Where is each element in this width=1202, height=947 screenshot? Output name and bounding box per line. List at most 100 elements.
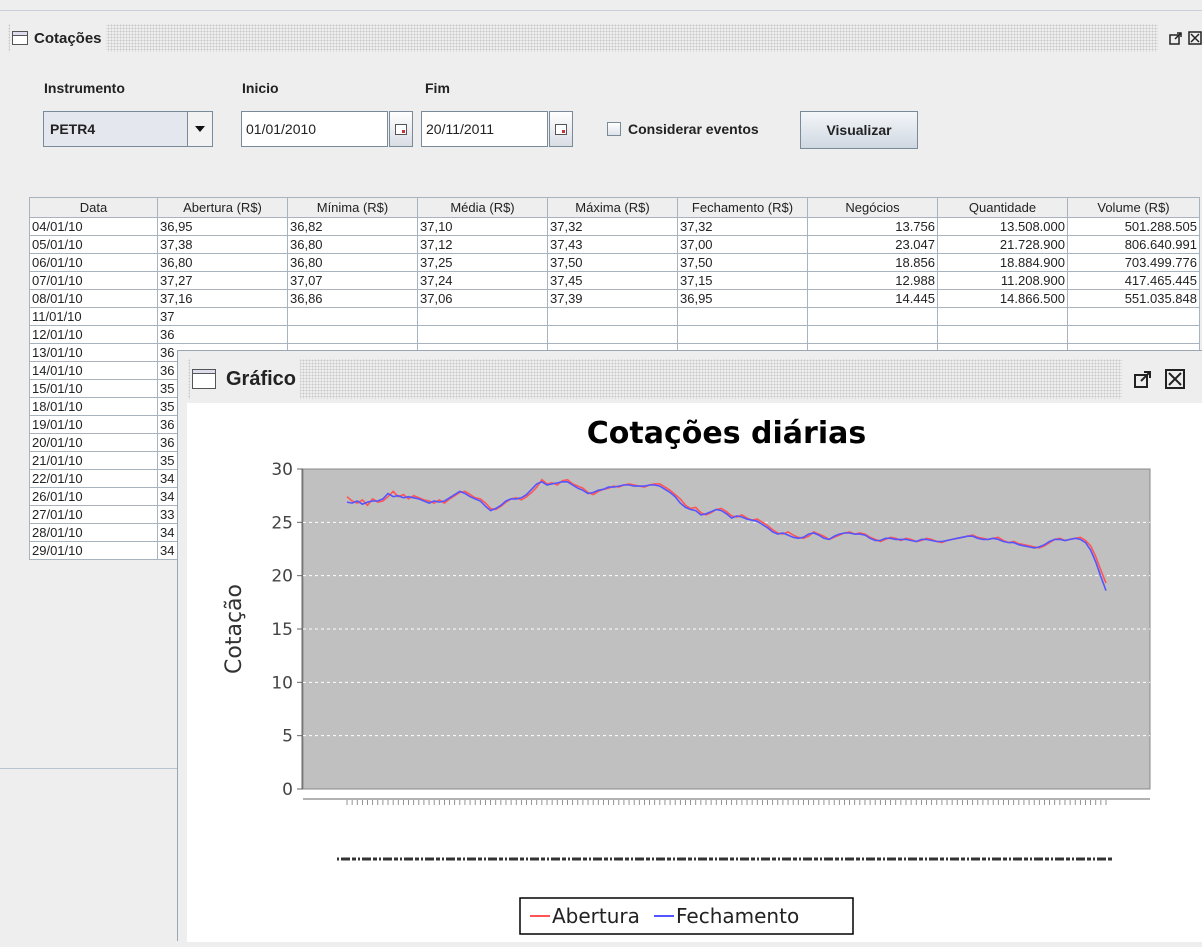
considerar-eventos-label[interactable]: Considerar eventos: [628, 121, 759, 137]
table-row[interactable]: 11/01/10 37: [29, 307, 1200, 326]
table-cell[interactable]: 37,32: [547, 217, 678, 236]
table-cell[interactable]: 551.035.848: [1067, 289, 1200, 308]
table-cell[interactable]: [807, 307, 938, 326]
chevron-down-icon[interactable]: [187, 112, 212, 146]
visualizar-button[interactable]: Visualizar: [800, 111, 918, 149]
table-cell[interactable]: 37,25: [417, 253, 548, 272]
table-cell[interactable]: 36,95: [157, 217, 288, 236]
table-cell[interactable]: 36: [157, 325, 288, 344]
cotacoes-title-bar[interactable]: Cotações: [8, 24, 1202, 52]
table-cell[interactable]: 15/01/10: [29, 379, 158, 398]
table-cell[interactable]: 37,27: [157, 271, 288, 290]
column-header[interactable]: Máxima (R$): [547, 197, 678, 218]
table-cell[interactable]: 23.047: [807, 235, 938, 254]
inicio-date-field[interactable]: 01/01/2010: [241, 111, 388, 147]
table-row[interactable]: 07/01/10 37,27 37,07 37,24 37,45 37,15 12.988 1…: [29, 271, 1200, 290]
table-cell[interactable]: 703.499.776: [1067, 253, 1200, 272]
table-cell[interactable]: 36,86: [287, 289, 418, 308]
table-cell[interactable]: 12/01/10: [29, 325, 158, 344]
column-header[interactable]: Negócios: [807, 197, 938, 218]
table-cell[interactable]: 12.988: [807, 271, 938, 290]
table-cell[interactable]: 36,82: [287, 217, 418, 236]
table-cell[interactable]: 14/01/10: [29, 361, 158, 380]
considerar-eventos-checkbox[interactable]: [607, 122, 621, 136]
table-cell[interactable]: 28/01/10: [29, 523, 158, 542]
table-row[interactable]: 12/01/10 36: [29, 325, 1200, 344]
table-cell[interactable]: 37,24: [417, 271, 548, 290]
table-cell[interactable]: 18/01/10: [29, 397, 158, 416]
table-cell[interactable]: 22/01/10: [29, 469, 158, 488]
calendar-icon[interactable]: [549, 111, 573, 147]
table-cell[interactable]: 36,80: [157, 253, 288, 272]
column-header[interactable]: Mínima (R$): [287, 197, 418, 218]
maximize-icon[interactable]: [1164, 28, 1188, 48]
table-cell[interactable]: 13/01/10: [29, 343, 158, 362]
column-header[interactable]: Abertura (R$): [157, 197, 288, 218]
table-cell[interactable]: 11/01/10: [29, 307, 158, 326]
table-cell[interactable]: 37,15: [677, 271, 808, 290]
table-cell[interactable]: 37,06: [417, 289, 548, 308]
table-cell[interactable]: 37,45: [547, 271, 678, 290]
table-cell[interactable]: 36,80: [287, 253, 418, 272]
table-cell[interactable]: 18.884.900: [937, 253, 1068, 272]
table-cell[interactable]: 26/01/10: [29, 487, 158, 506]
table-cell[interactable]: 37,10: [417, 217, 548, 236]
table-cell[interactable]: 37: [157, 307, 288, 326]
table-cell[interactable]: [1067, 325, 1200, 344]
column-header[interactable]: Quantidade: [937, 197, 1068, 218]
table-cell[interactable]: 27/01/10: [29, 505, 158, 524]
table-row[interactable]: 05/01/10 37,38 36,80 37,12 37,43 37,00 23.047 2…: [29, 235, 1200, 254]
table-cell[interactable]: [417, 307, 548, 326]
close-icon[interactable]: [1188, 28, 1202, 48]
table-cell[interactable]: [547, 307, 678, 326]
table-cell[interactable]: 14.445: [807, 289, 938, 308]
fim-date-field[interactable]: 20/11/2011: [421, 111, 548, 147]
table-cell[interactable]: [287, 307, 418, 326]
table-cell[interactable]: [937, 325, 1068, 344]
table-cell[interactable]: 08/01/10: [29, 289, 158, 308]
table-cell[interactable]: 36,95: [677, 289, 808, 308]
table-cell[interactable]: 37,38: [157, 235, 288, 254]
table-cell[interactable]: 04/01/10: [29, 217, 158, 236]
table-cell[interactable]: [677, 325, 808, 344]
table-row[interactable]: 04/01/10 36,95 36,82 37,10 37,32 37,32 13.756 1…: [29, 217, 1200, 236]
table-cell[interactable]: [677, 307, 808, 326]
table-cell[interactable]: [417, 325, 548, 344]
table-cell[interactable]: 36,80: [287, 235, 418, 254]
table-cell[interactable]: 417.465.445: [1067, 271, 1200, 290]
column-header[interactable]: Fechamento (R$): [677, 197, 808, 218]
grafico-title-bar[interactable]: Gráfico: [188, 359, 1200, 399]
maximize-icon[interactable]: [1128, 364, 1158, 394]
table-cell[interactable]: 19/01/10: [29, 415, 158, 434]
column-header[interactable]: Média (R$): [417, 197, 548, 218]
table-cell[interactable]: [547, 325, 678, 344]
table-row[interactable]: 06/01/10 36,80 36,80 37,25 37,50 37,50 18.856 1…: [29, 253, 1200, 272]
table-cell[interactable]: 29/01/10: [29, 541, 158, 560]
close-icon[interactable]: [1158, 364, 1192, 394]
table-cell[interactable]: 21.728.900: [937, 235, 1068, 254]
table-cell[interactable]: 37,32: [677, 217, 808, 236]
table-cell[interactable]: 37,50: [677, 253, 808, 272]
table-cell[interactable]: 37,16: [157, 289, 288, 308]
table-cell[interactable]: [1067, 307, 1200, 326]
table-cell[interactable]: 37,50: [547, 253, 678, 272]
table-cell[interactable]: [807, 325, 938, 344]
table-cell[interactable]: 11.208.900: [937, 271, 1068, 290]
table-cell[interactable]: 20/01/10: [29, 433, 158, 452]
table-cell[interactable]: 14.866.500: [937, 289, 1068, 308]
table-cell[interactable]: 05/01/10: [29, 235, 158, 254]
table-cell[interactable]: 18.856: [807, 253, 938, 272]
instrumento-select[interactable]: PETR4: [43, 111, 213, 147]
column-header[interactable]: Data: [29, 197, 158, 218]
table-cell[interactable]: 06/01/10: [29, 253, 158, 272]
table-cell[interactable]: 21/01/10: [29, 451, 158, 470]
table-cell[interactable]: 13.508.000: [937, 217, 1068, 236]
column-header[interactable]: Volume (R$): [1067, 197, 1200, 218]
table-cell[interactable]: 37,39: [547, 289, 678, 308]
table-cell[interactable]: 37,12: [417, 235, 548, 254]
table-cell[interactable]: 501.288.505: [1067, 217, 1200, 236]
table-cell[interactable]: 13.756: [807, 217, 938, 236]
table-cell[interactable]: [937, 307, 1068, 326]
table-cell[interactable]: 37,43: [547, 235, 678, 254]
table-cell[interactable]: 07/01/10: [29, 271, 158, 290]
